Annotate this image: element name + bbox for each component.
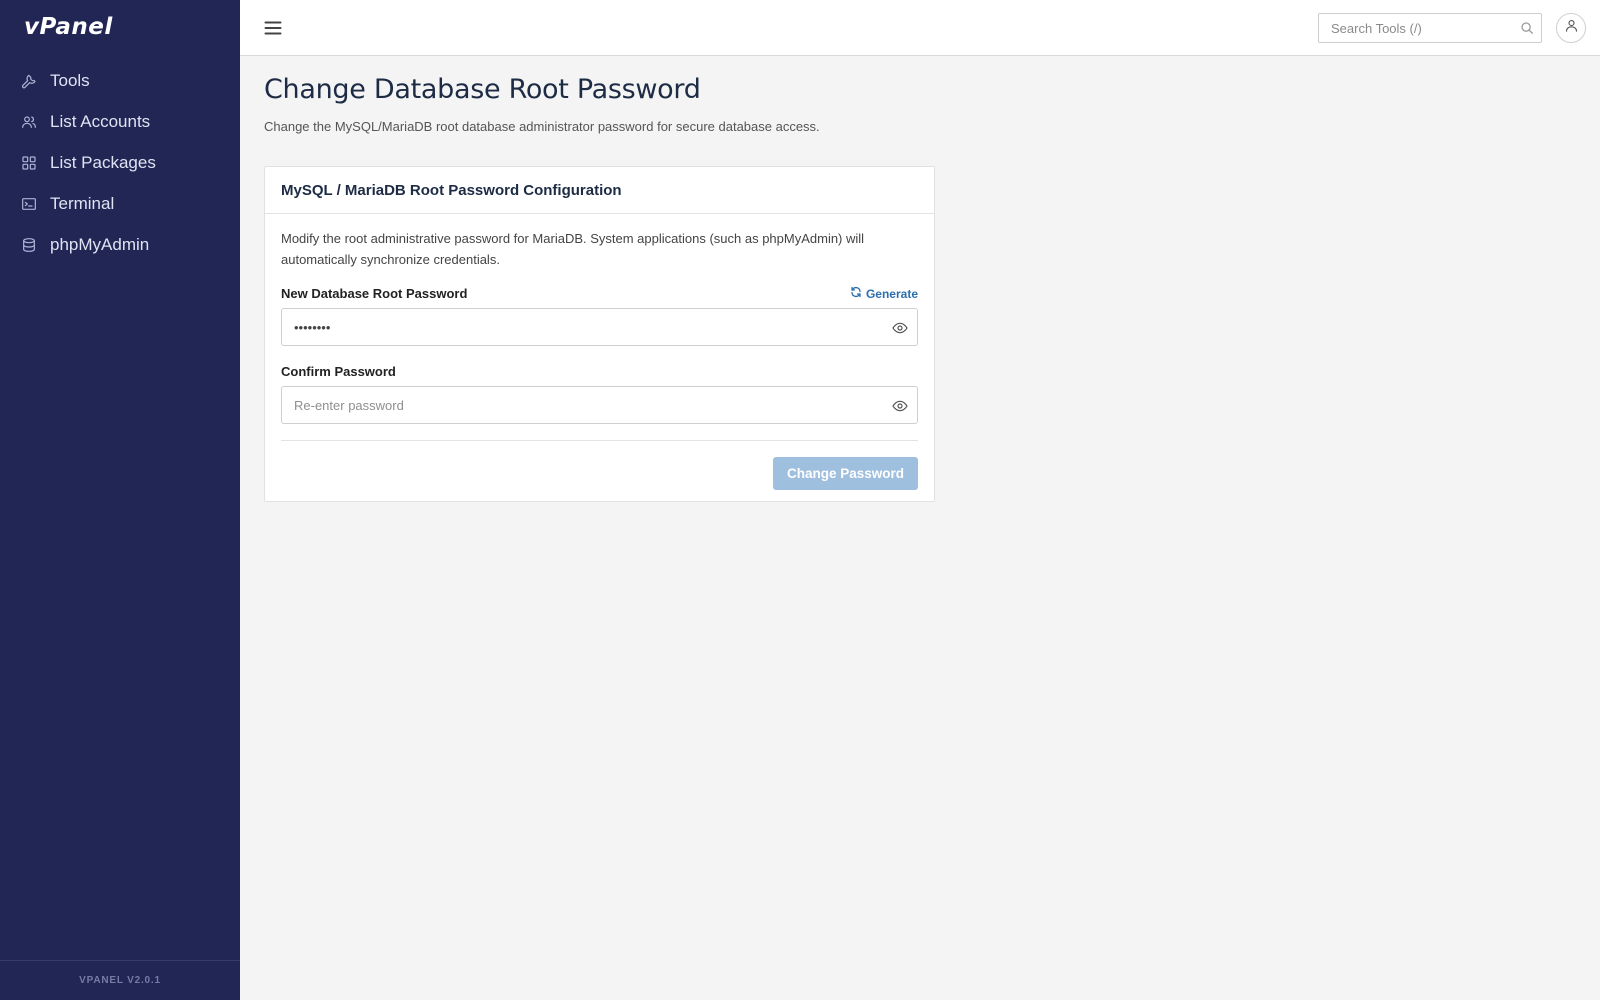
sidebar-item-label: List Accounts [50, 111, 151, 131]
user-icon [1564, 18, 1579, 38]
card-title: MySQL / MariaDB Root Password Configurat… [265, 167, 934, 214]
terminal-icon [20, 195, 38, 213]
sidebar-item-label: Terminal [50, 193, 115, 213]
hamburger-icon[interactable] [264, 19, 282, 37]
sidebar-item-tools[interactable]: Tools [0, 60, 240, 101]
version-label: VPANEL V2.0.1 [0, 960, 240, 1000]
search-icon[interactable] [1520, 21, 1534, 35]
new-password-label: New Database Root Password [281, 286, 468, 301]
sidebar-item-terminal[interactable]: Terminal [0, 183, 240, 224]
change-password-button[interactable]: Change Password [773, 457, 918, 490]
sidebar-item-list-accounts[interactable]: List Accounts [0, 101, 240, 142]
confirm-password-field-wrap [281, 386, 918, 424]
sidebar-item-label: Tools [50, 70, 90, 90]
card-body: Modify the root administrative password … [265, 214, 934, 490]
avatar[interactable] [1556, 13, 1586, 43]
sidebar-item-label: List Packages [50, 152, 156, 172]
app-logo[interactable]: vPanel [24, 14, 113, 40]
wrench-icon [20, 72, 38, 90]
card-actions: Change Password [281, 457, 918, 490]
page-title: Change Database Root Password [264, 74, 701, 105]
confirm-password-input[interactable] [282, 387, 872, 423]
password-card: MySQL / MariaDB Root Password Configurat… [264, 166, 935, 502]
page-subtitle: Change the MySQL/MariaDB root database a… [264, 119, 820, 134]
database-icon [20, 236, 38, 254]
sidebar-item-list-packages[interactable]: List Packages [0, 142, 240, 183]
sidebar-item-phpmyadmin[interactable]: phpMyAdmin [0, 224, 240, 265]
new-password-field-wrap [281, 308, 918, 346]
sidebar-nav: Tools List Accounts List Packages Termin… [0, 60, 240, 265]
refresh-icon [850, 286, 866, 301]
new-password-label-row: New Database Root Password Generate [281, 286, 918, 301]
card-divider [281, 440, 918, 441]
users-icon [20, 113, 38, 131]
search-input[interactable] [1319, 14, 1509, 42]
eye-icon[interactable] [892, 320, 908, 336]
sidebar: vPanel Tools List Accounts List Packages… [0, 0, 240, 1000]
grid-icon [20, 154, 38, 172]
card-description: Modify the root administrative password … [281, 231, 865, 267]
main-content: Change Database Root Password Change the… [264, 74, 1564, 502]
confirm-password-label: Confirm Password [281, 364, 396, 379]
eye-icon[interactable] [892, 398, 908, 414]
topbar [240, 0, 1600, 56]
sidebar-item-label: phpMyAdmin [50, 234, 150, 254]
confirm-password-label-row: Confirm Password [281, 364, 918, 379]
generate-password-button[interactable]: Generate [850, 286, 918, 301]
search-box [1318, 13, 1542, 43]
generate-label: Generate [865, 286, 918, 301]
new-password-input[interactable] [282, 309, 872, 345]
